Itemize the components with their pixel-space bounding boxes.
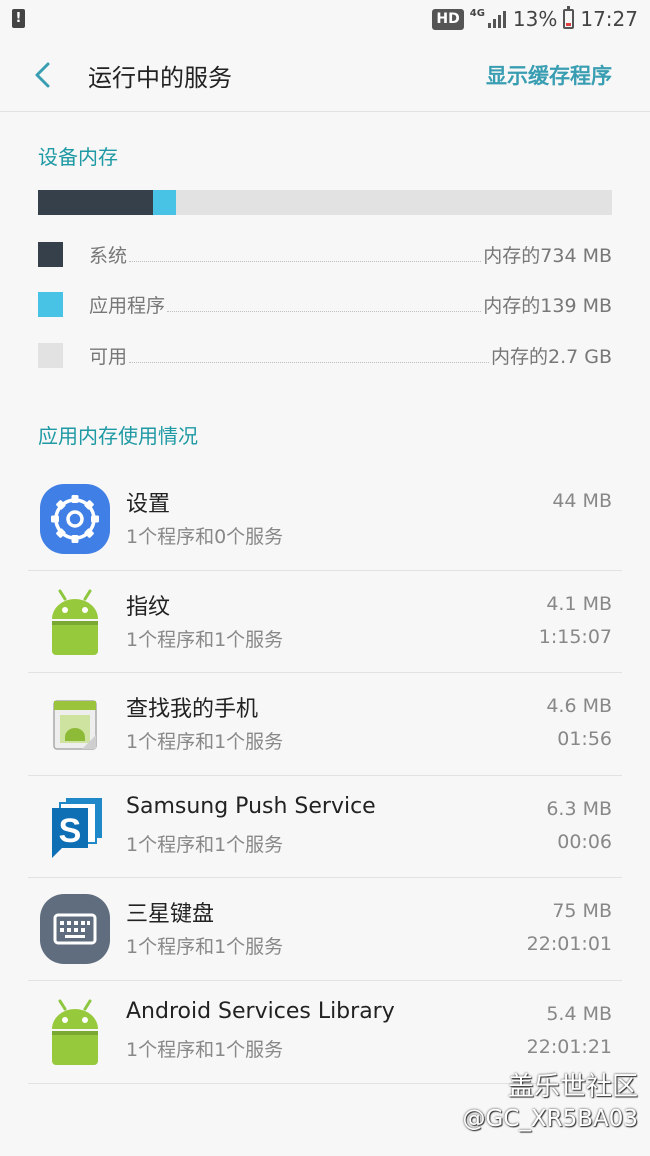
app-memory-size: 6.3 MB <box>546 797 612 820</box>
legend-row-apps: 应用程序 内存的139 MB <box>38 291 612 317</box>
app-memory-size: 75 MB <box>552 900 612 923</box>
app-name: Android Services Library <box>126 998 395 1024</box>
memory-bar-app-segment <box>152 190 176 215</box>
device-memory-title: 设备内存 <box>38 145 118 169</box>
network-type: 4G <box>469 7 485 19</box>
legend-label: 可用 <box>89 345 128 368</box>
memory-bar-system-segment <box>38 190 153 215</box>
app-run-time: 1:15:07 <box>538 625 612 648</box>
app-memory-size: 4.6 MB <box>546 695 612 718</box>
app-memory-size: 4.1 MB <box>546 592 612 615</box>
app-process-count: 1个程序和1个服务 <box>126 731 284 754</box>
android-package-icon <box>53 700 97 750</box>
app-memory-usage-title: 应用内存使用情况 <box>38 424 198 448</box>
status-bar: ! HD 4G 13% 17:27 <box>0 0 650 38</box>
app-process-count: 1个程序和1个服务 <box>126 1038 284 1061</box>
app-run-time: 22:01:21 <box>526 1035 612 1058</box>
app-run-time: 00:06 <box>557 830 612 853</box>
battery-icon <box>563 6 575 29</box>
app-process-count: 1个程序和1个服务 <box>126 833 284 856</box>
legend-value: 内存的734 MB <box>483 244 612 267</box>
back-button[interactable] <box>26 56 64 94</box>
svg-text:S: S <box>59 812 82 850</box>
app-run-time: 01:56 <box>557 728 612 751</box>
watermark-user: @GC_XR5BA03 <box>462 1106 638 1132</box>
app-row-settings[interactable]: 设置 1个程序和0个服务 44 MB <box>28 468 622 571</box>
legend-label: 系统 <box>89 244 128 267</box>
legend-swatch-system <box>38 241 63 267</box>
legend-row-available: 可用 内存的2.7 GB <box>38 342 612 368</box>
legend-row-system: 系统 内存的734 MB <box>38 241 612 267</box>
legend-leader <box>129 347 489 363</box>
legend-label: 应用程序 <box>89 294 166 317</box>
app-bar: 运行中的服务 显示缓存程序 <box>0 38 650 112</box>
back-arrow-icon <box>35 62 50 88</box>
app-row-samsung-keyboard[interactable]: 三星键盘 1个程序和1个服务 75 MB 22:01:01 <box>28 878 622 981</box>
keyboard-icon <box>40 894 110 965</box>
app-name: 查找我的手机 <box>126 697 259 723</box>
app-name: 设置 <box>126 492 171 517</box>
battery-percent: 13% <box>512 7 558 31</box>
legend-swatch-apps <box>38 291 63 317</box>
clock: 17:27 <box>580 7 638 31</box>
app-row-fingerprint[interactable]: 指纹 1个程序和1个服务 4.1 MB 1:15:07 <box>28 571 622 674</box>
app-process-count: 1个程序和1个服务 <box>126 936 284 959</box>
app-memory-size: 5.4 MB <box>546 1002 612 1025</box>
show-cached-processes-button[interactable]: 显示缓存程序 <box>486 60 612 90</box>
legend-value: 内存的2.7 GB <box>490 345 612 368</box>
legend-value: 内存的139 MB <box>483 294 612 317</box>
android-robot-icon <box>52 589 98 655</box>
settings-gear-icon <box>40 484 110 554</box>
legend-swatch-available <box>38 342 63 368</box>
app-memory-size: 44 MB <box>552 490 612 512</box>
app-row-samsung-push-service[interactable]: S Samsung Push Service 1个程序和1个服务 6.3 MB … <box>28 776 622 879</box>
samsung-push-icon: S <box>52 797 102 858</box>
watermark-brand: 盖乐世社区 <box>507 1072 638 1102</box>
app-process-count: 1个程序和0个服务 <box>126 526 284 548</box>
alert-icon: ! <box>12 9 25 28</box>
app-row-find-my-mobile[interactable]: 查找我的手机 1个程序和1个服务 4.6 MB 01:56 <box>28 673 622 776</box>
app-process-count: 1个程序和1个服务 <box>126 628 284 651</box>
app-run-time: 22:01:01 <box>526 933 612 956</box>
legend-leader <box>167 296 482 312</box>
signal-icon <box>487 11 506 28</box>
app-name: 三星键盘 <box>126 902 215 928</box>
app-name: 指纹 <box>126 594 171 620</box>
legend-leader <box>129 246 482 262</box>
status-icons: HD 4G 13% 17:27 <box>432 6 638 32</box>
page-title: 运行中的服务 <box>88 64 232 92</box>
hd-badge: HD <box>432 8 464 30</box>
memory-usage-bar <box>38 190 612 215</box>
app-list: 设置 1个程序和0个服务 44 MB 指纹 1个程序和1个服务 4.1 MB 1… <box>28 468 622 1084</box>
android-robot-icon <box>52 999 98 1065</box>
app-name: Samsung Push Service <box>126 793 376 819</box>
